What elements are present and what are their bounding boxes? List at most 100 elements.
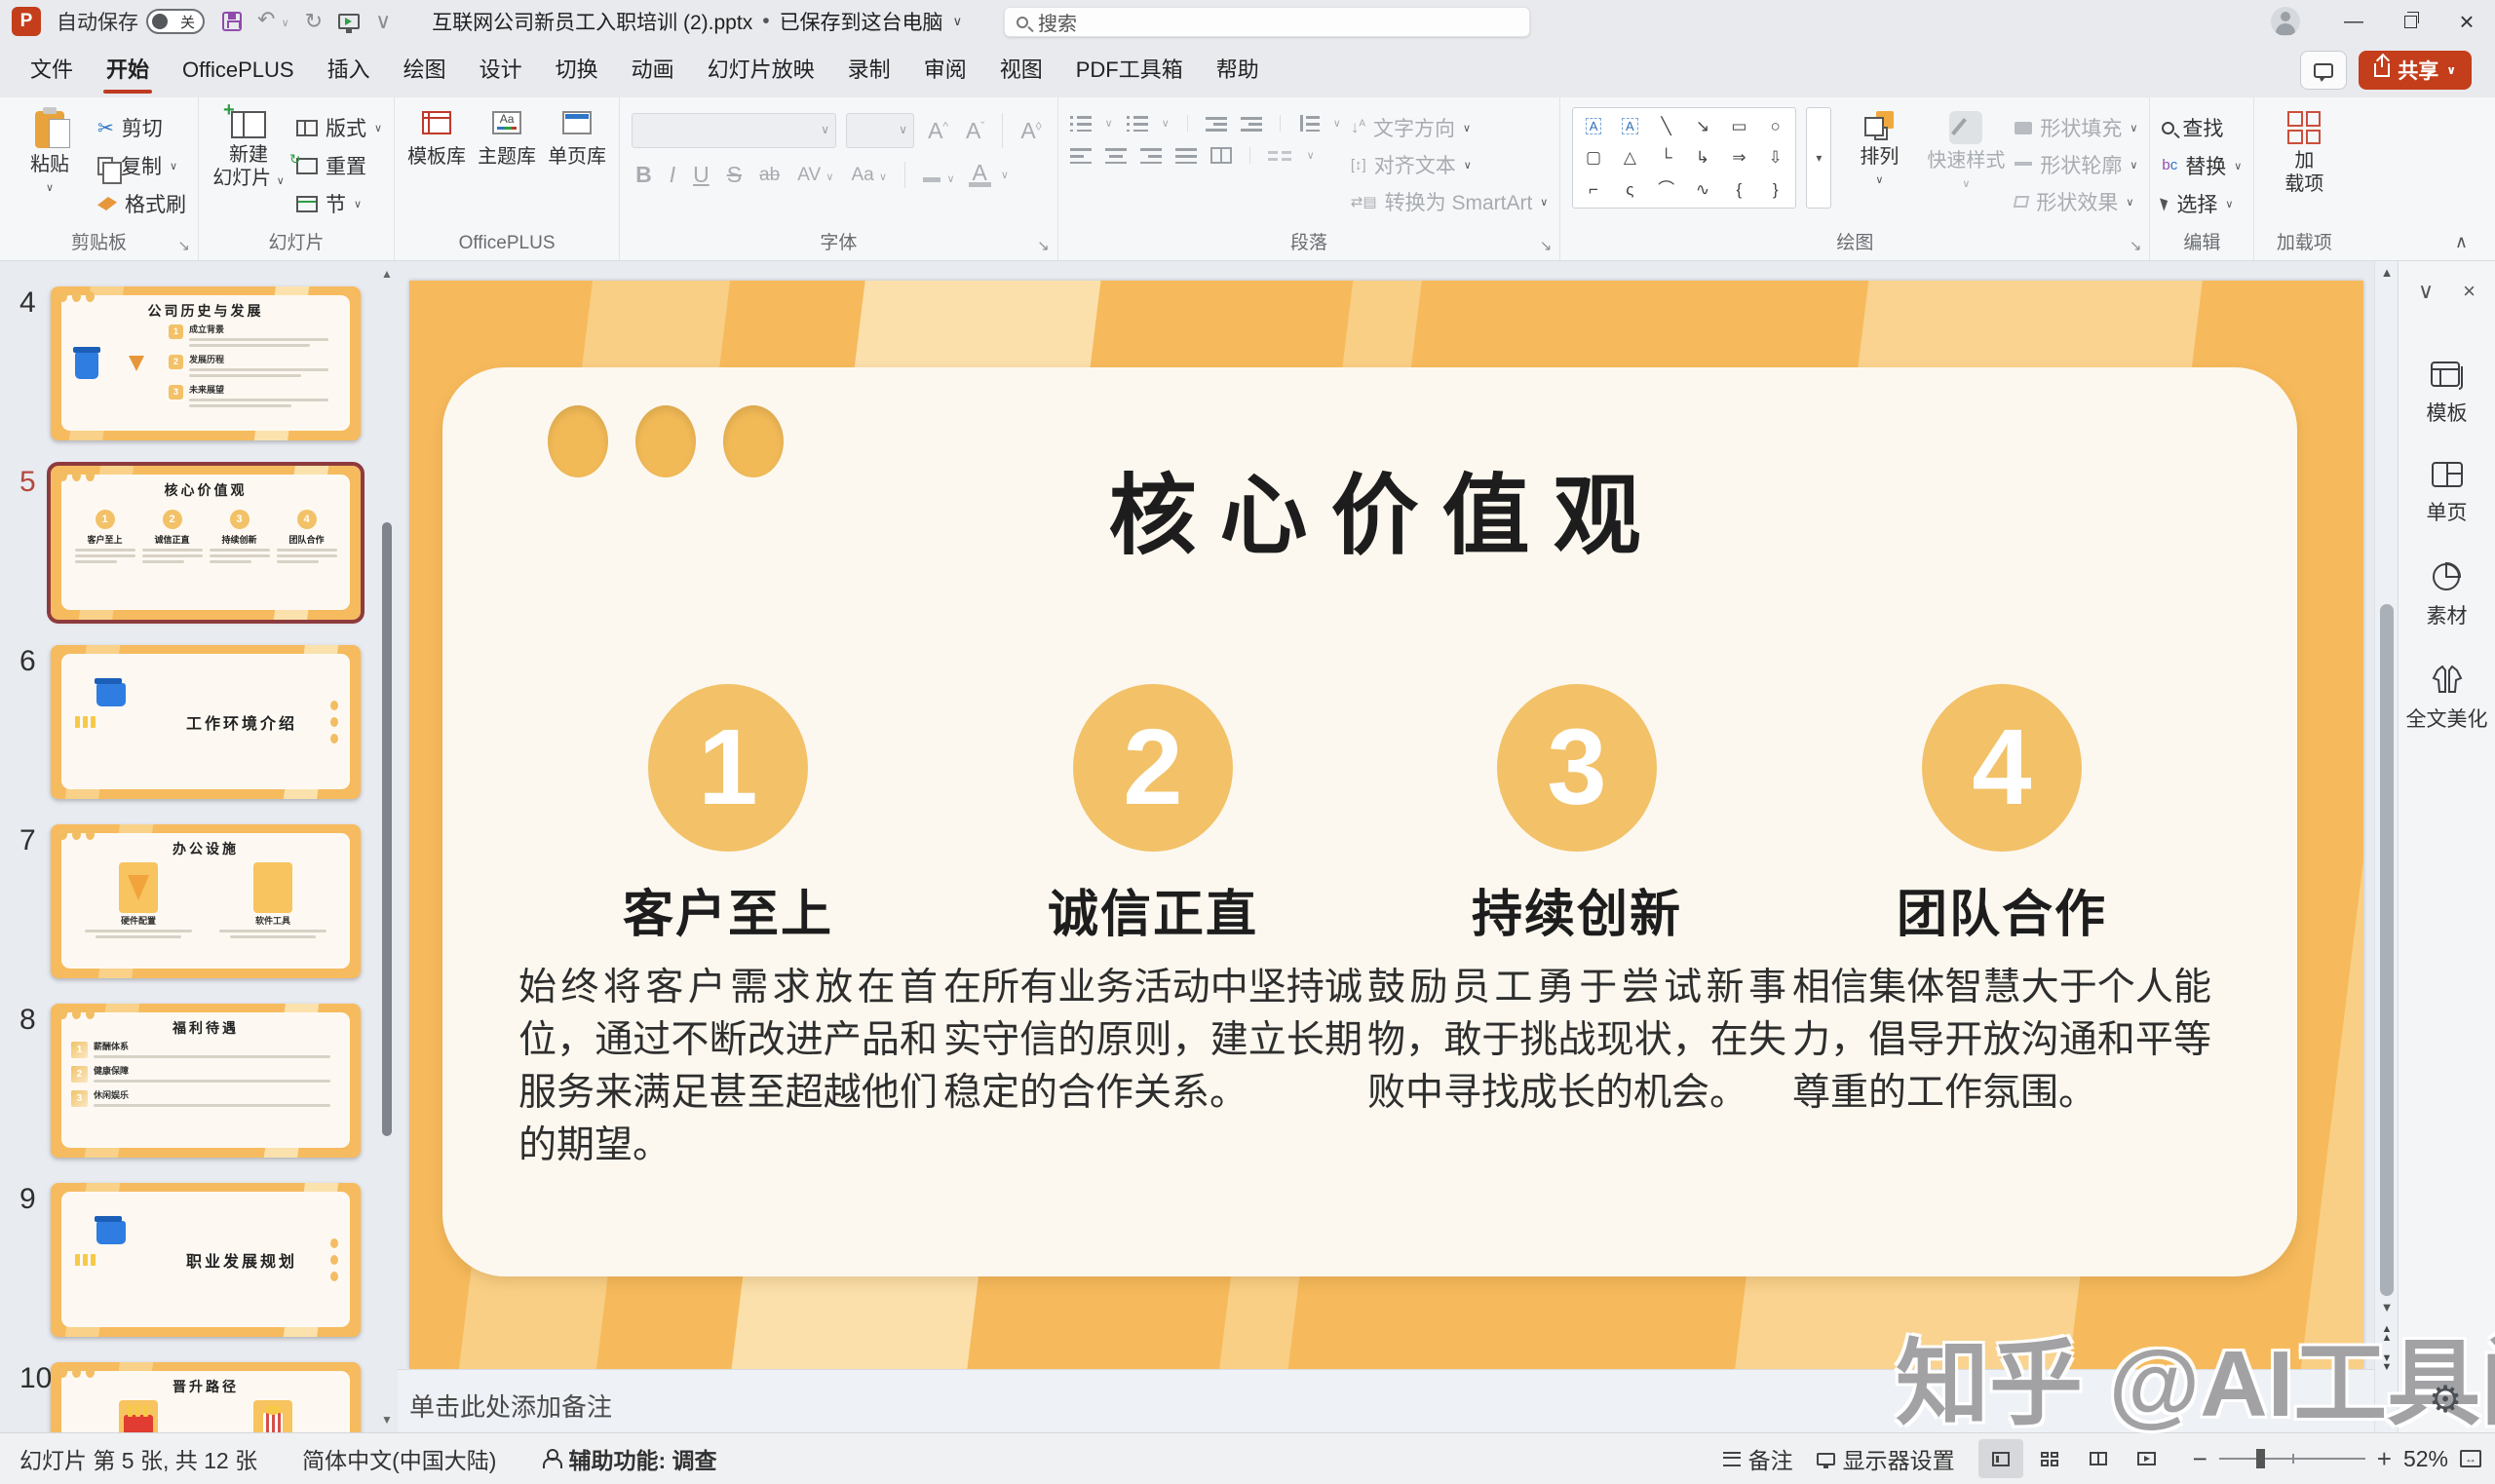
shape-outline-button[interactable]: 形状轮廓∨ (2015, 150, 2137, 179)
shape-triangle-icon[interactable]: △ (1624, 149, 1636, 166)
scrollbar-thumb[interactable] (2380, 604, 2394, 1296)
slide-sorter-view-button[interactable] (2027, 1439, 2072, 1478)
slide-thumbnail-5-selected[interactable]: 核心价值观 1客户至上 2诚信正直 3持续创新 4团队合作 (51, 466, 361, 620)
section-button[interactable]: 节∨ (296, 189, 382, 218)
tab-home[interactable]: 开始 (90, 43, 166, 97)
dialog-launcher-icon[interactable]: ↘ (1540, 237, 1553, 254)
shrink-font-button[interactable]: Aˇ (962, 118, 988, 144)
new-slide-button[interactable]: 新建 幻灯片 ∨ (211, 107, 287, 229)
zoom-percentage[interactable]: 52% (2403, 1446, 2448, 1472)
shape-curve-icon[interactable]: ∿ (1696, 181, 1709, 198)
bold-button[interactable]: B (632, 162, 656, 188)
bullets-icon[interactable] (1070, 115, 1092, 132)
find-button[interactable]: 查找 (2162, 113, 2242, 142)
tab-design[interactable]: 设计 (463, 43, 539, 97)
scroll-up-icon[interactable]: ▲ (2375, 265, 2399, 280)
sidebar-item-single-page[interactable]: 单页 (2427, 460, 2468, 526)
zoom-slider[interactable] (2219, 1458, 2365, 1460)
search-input[interactable]: 搜索 (1004, 7, 1530, 37)
slide-thumbnail-4[interactable]: 公司历史与发展 1成立背景 2发展历程 3未来展望 (51, 286, 361, 440)
panel-scrollbar[interactable]: ▲ ▼ (380, 267, 394, 1427)
columns-icon[interactable] (1210, 147, 1232, 164)
text-direction-button[interactable]: ↓A文字方向∨ (1351, 113, 1549, 142)
sidebar-item-beautify[interactable]: 全文美化 (2406, 663, 2488, 733)
shape-right-arrow-icon[interactable]: ⇒ (1732, 149, 1746, 166)
restore-button[interactable] (2382, 0, 2438, 43)
arrange-button[interactable]: 排列 ∨ (1841, 107, 1917, 229)
shape-line-icon[interactable]: ╲ (1662, 118, 1671, 134)
zoom-out-button[interactable]: − (2193, 1444, 2207, 1474)
tab-review[interactable]: 审阅 (907, 43, 983, 97)
align-right-icon[interactable] (1140, 147, 1162, 164)
shape-rounded-rectangle-icon[interactable]: ▢ (1586, 149, 1601, 166)
theme-library-button[interactable]: Aa主题库 (477, 107, 537, 229)
add-remove-columns-icon[interactable] (1268, 147, 1293, 164)
highlight-color-button[interactable]: ∨ (919, 162, 958, 188)
collapse-ribbon-button[interactable]: ∧ (2455, 232, 2468, 252)
fit-to-window-button[interactable]: ↔ (2460, 1450, 2481, 1467)
addins-button[interactable]: 加载项 (2266, 107, 2342, 229)
zoom-slider-thumb[interactable] (2256, 1449, 2265, 1468)
shape-effects-button[interactable]: 形状效果∨ (2015, 187, 2137, 216)
slide-thumbnail-7[interactable]: 办公设施 硬件配置 软件工具 (51, 824, 361, 978)
user-avatar[interactable] (2271, 7, 2300, 36)
font-size-combo[interactable]: ∨ (846, 113, 914, 148)
tab-officeplus[interactable]: OfficePLUS (166, 43, 311, 97)
value-column-1[interactable]: 1 客户至上 始终将客户需求放在首位，通过不断改进产品和服务来满足甚至超越他们的… (518, 684, 938, 1172)
shape-oval-icon[interactable]: ○ (1771, 118, 1781, 134)
scroll-down-icon[interactable]: ▼ (380, 1413, 394, 1427)
slide-thumbnail-9[interactable]: 职业发展规划 (51, 1183, 361, 1337)
slide-thumbnail-10[interactable]: 晋升路径 (51, 1362, 361, 1432)
value-column-2[interactable]: 2 诚信正直 在所有业务活动中坚持诚实守信的原则，建立长期稳定的合作关系。 (943, 684, 1363, 1120)
shape-down-arrow-icon[interactable]: ⇩ (1769, 149, 1783, 166)
shape-freeform-icon[interactable]: ⌐ (1589, 181, 1598, 198)
shapes-gallery[interactable]: A A ╲ ↘ ▭ ○ ▢ △ └ ↳ ⇒ ⇩ ⌐ ς ⌒ ∿ { } (1572, 107, 1796, 209)
decrease-indent-icon[interactable] (1206, 115, 1227, 132)
notes-toggle-button[interactable]: 备注 (1723, 1442, 1793, 1475)
increase-indent-icon[interactable] (1241, 115, 1262, 132)
tab-view[interactable]: 视图 (983, 43, 1059, 97)
shape-right-brace-icon[interactable]: } (1773, 181, 1779, 198)
start-slideshow-icon[interactable] (338, 14, 360, 29)
shape-fill-button[interactable]: 形状填充∨ (2015, 113, 2137, 142)
tab-pdf-toolbox[interactable]: PDF工具箱 (1059, 43, 1200, 97)
sidebar-close-icon[interactable]: × (2463, 279, 2476, 304)
customize-toolbar-chevron[interactable]: ∨ (375, 0, 391, 43)
close-button[interactable]: × (2438, 0, 2495, 43)
sidebar-collapse-chevron[interactable]: ∨ (2418, 279, 2434, 304)
shapes-gallery-more-button[interactable]: ▾ (1806, 107, 1831, 209)
save-icon[interactable] (222, 12, 242, 31)
shape-elbow-icon[interactable]: └ (1661, 149, 1672, 166)
shape-scribble-icon[interactable]: ς (1626, 181, 1633, 198)
tab-draw[interactable]: 绘图 (387, 43, 463, 97)
dialog-launcher-icon[interactable]: ↘ (177, 237, 190, 254)
select-button[interactable]: 选择∨ (2162, 189, 2242, 218)
reset-button[interactable]: 重置 (296, 151, 382, 180)
chevron-down-icon[interactable]: ∨ (1105, 117, 1113, 130)
character-spacing-button[interactable]: AV ∨ (793, 165, 837, 186)
quick-styles-button[interactable]: 快速样式 ∨ (1927, 107, 2005, 229)
dialog-launcher-icon[interactable]: ↘ (1037, 237, 1050, 254)
chevron-down-icon[interactable]: ∨ (1307, 149, 1315, 162)
tab-animations[interactable]: 动画 (615, 43, 691, 97)
language-indicator[interactable]: 简体中文(中国大陆) (302, 1442, 496, 1475)
dialog-launcher-icon[interactable]: ↘ (2130, 237, 2142, 254)
strikethrough2-button[interactable]: ab (755, 165, 784, 186)
scroll-up-icon[interactable]: ▲ (380, 267, 394, 281)
autosave-toggle[interactable]: 关 (146, 9, 205, 34)
tab-slideshow[interactable]: 幻灯片放映 (691, 43, 831, 97)
shape-textbox-icon[interactable]: A (1586, 118, 1602, 134)
zoom-in-button[interactable]: + (2377, 1444, 2392, 1474)
tab-transitions[interactable]: 切换 (539, 43, 615, 97)
grow-font-button[interactable]: A^ (924, 118, 952, 144)
powerpoint-app-icon[interactable]: P (12, 7, 41, 36)
shape-left-brace-icon[interactable]: { (1737, 181, 1743, 198)
gear-icon[interactable]: ⚙ (2429, 1378, 2462, 1422)
slide-thumbnail-8[interactable]: 福利待遇 1薪酬体系 2健康保障 3休闲娱乐 (51, 1004, 361, 1158)
slide-title[interactable]: 核心价值观 (409, 444, 2363, 571)
numbering-icon[interactable] (1127, 115, 1148, 132)
align-text-button[interactable]: [↕]对齐文本∨ (1351, 150, 1549, 179)
reading-view-button[interactable] (2076, 1439, 2121, 1478)
canvas-scrollbar[interactable]: ▲ ▼ ▲▲ ▼▼ (2374, 261, 2398, 1432)
font-name-combo[interactable]: ∨ (632, 113, 836, 148)
